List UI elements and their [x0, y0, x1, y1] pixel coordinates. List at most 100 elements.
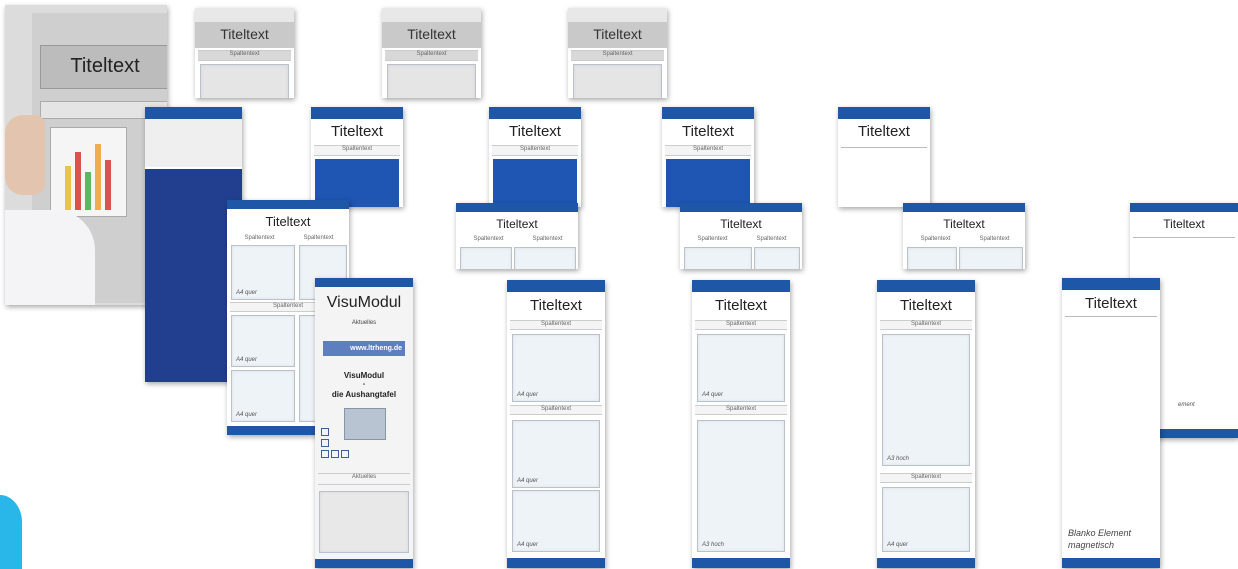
module-title: Titeltext [530, 297, 582, 314]
visumodul-panel: VisuModul Aktuelles www.ltrheng.de VisuM… [315, 278, 413, 568]
url-banner: www.ltrheng.de [323, 341, 405, 356]
pocket-label: A3 hoch [702, 542, 725, 548]
pocket [573, 64, 662, 98]
icon-3 [321, 450, 329, 458]
column-label-right: Spaltentext [756, 236, 787, 242]
blue-module-2: Titeltext Spaltentext [489, 107, 581, 207]
pocket [387, 64, 476, 98]
visu-footer-strip: Aktuelles [318, 473, 410, 485]
module-title: Titeltext [900, 297, 952, 314]
blank-label-1: Blanko Element [1068, 528, 1132, 538]
pocket [684, 247, 752, 269]
bar-red-2 [105, 160, 111, 210]
pocket: A3 hoch [697, 420, 785, 552]
module-row3-4: Titeltext Spaltentext Spaltentext [903, 203, 1025, 269]
module-title: Titeltext [331, 123, 383, 140]
photo-title: Titeltext [70, 55, 140, 77]
module-title: Titeltext [715, 297, 767, 314]
blue-module-1: Titeltext Spaltentext [311, 107, 403, 207]
module-title: Titeltext [509, 123, 561, 140]
module-title: Titeltext [858, 123, 910, 140]
module-title: Titeltext [1163, 217, 1205, 231]
icon-4 [331, 450, 339, 458]
pocket: A4 quer [697, 334, 785, 402]
pocket-label: A4 quer [236, 357, 258, 363]
pocket [200, 64, 289, 98]
bar-green [85, 172, 91, 210]
pocket [514, 247, 576, 269]
visu-heading: VisuModul [343, 371, 385, 380]
module-title: Titeltext [720, 217, 762, 231]
pocket [460, 247, 512, 269]
visu-title: VisuModul [326, 294, 402, 311]
column-strip: Spaltentext [314, 145, 400, 156]
column-strip: Spaltentext [510, 405, 602, 415]
column-label-left: Spaltentext [697, 236, 728, 242]
column-strip: Spaltentext [695, 320, 787, 330]
column-strip: Spaltentext [510, 320, 602, 330]
rail [145, 119, 242, 167]
visu-tagline: die Aushangtafel [331, 390, 397, 399]
column-strip: Spaltentext [880, 320, 972, 330]
pocket-label: A4 quer [236, 412, 258, 418]
grey-module-1: Titeltext Spaltentext [195, 8, 294, 98]
bar-red [75, 152, 81, 210]
pocket [754, 247, 800, 269]
pocket-label: A4 quer [702, 392, 724, 398]
column-strip: Spaltentext [571, 50, 664, 61]
module-title: Titeltext [943, 217, 985, 231]
column-label-left: Spaltentext [244, 235, 275, 241]
hand [5, 115, 45, 195]
blank-label-2: magnetisch [1068, 540, 1115, 550]
module-row3-3: Titeltext Spaltentext Spaltentext [680, 203, 802, 269]
column-label-left: Spaltentext [920, 236, 951, 242]
module-title: Titeltext [593, 26, 642, 42]
pocket: A4 quer [231, 245, 295, 300]
grey-module-2: Titeltext Spaltentext [382, 8, 481, 98]
pocket: A4 quer [512, 334, 600, 402]
column-strip: Spaltentext [665, 145, 751, 156]
pocket-label: A4 quer [517, 478, 539, 484]
pocket: A4 quer [231, 315, 295, 367]
module-front-blank: Titeltext Blanko Element magnetisch [1062, 278, 1160, 568]
product-photo [344, 408, 386, 440]
column-strip: Spaltentext [198, 50, 291, 61]
bar-orange [95, 144, 101, 210]
module-title: Titeltext [220, 26, 269, 42]
column-strip: Spaltentext [880, 473, 972, 483]
column-label-right: Spaltentext [979, 236, 1010, 242]
blue-module-3: Titeltext Spaltentext [662, 107, 754, 207]
grey-module-3: Titeltext Spaltentext [568, 8, 667, 98]
pocket: A3 hoch [882, 334, 970, 466]
corner-swoosh [0, 495, 22, 569]
column-strip: Spaltentext [492, 145, 578, 156]
icon-5 [341, 450, 349, 458]
blue-module-4: Titeltext [838, 107, 930, 207]
blue-insert [666, 159, 750, 207]
column-label-left: Spaltentext [473, 236, 504, 242]
module-front-2: Titeltext Spaltentext A4 quer Spaltentex… [692, 280, 790, 568]
photo-hand-display: Titeltext [5, 5, 167, 305]
pocket [907, 247, 957, 269]
blue-insert [493, 159, 577, 207]
pocket: A4 quer [512, 490, 600, 552]
pocket [319, 491, 409, 553]
visu-subtitle: Aktuelles [351, 320, 377, 326]
column-label-right: Spaltentext [303, 235, 334, 241]
pocket: A4 quer [231, 370, 295, 422]
module-title: Titeltext [496, 217, 538, 231]
column-strip: Spaltentext [695, 405, 787, 415]
module-front-3: Titeltext Spaltentext A3 hoch Spaltentex… [877, 280, 975, 568]
pocket [959, 247, 1023, 269]
column-strip: Spaltentext [385, 50, 478, 61]
visu-dash: - [362, 381, 366, 388]
bar-yellow [65, 166, 71, 210]
pocket: A4 quer [512, 420, 600, 488]
column-label-right: Spaltentext [532, 236, 563, 242]
chart-sheet [50, 127, 127, 217]
pocket-label: A4 quer [236, 290, 258, 296]
blank-label-partial: ement [1178, 402, 1195, 408]
module-row3-2: Titeltext Spaltentext Spaltentext [456, 203, 578, 269]
sleeve [5, 210, 95, 305]
pocket-label: A3 hoch [887, 456, 910, 462]
